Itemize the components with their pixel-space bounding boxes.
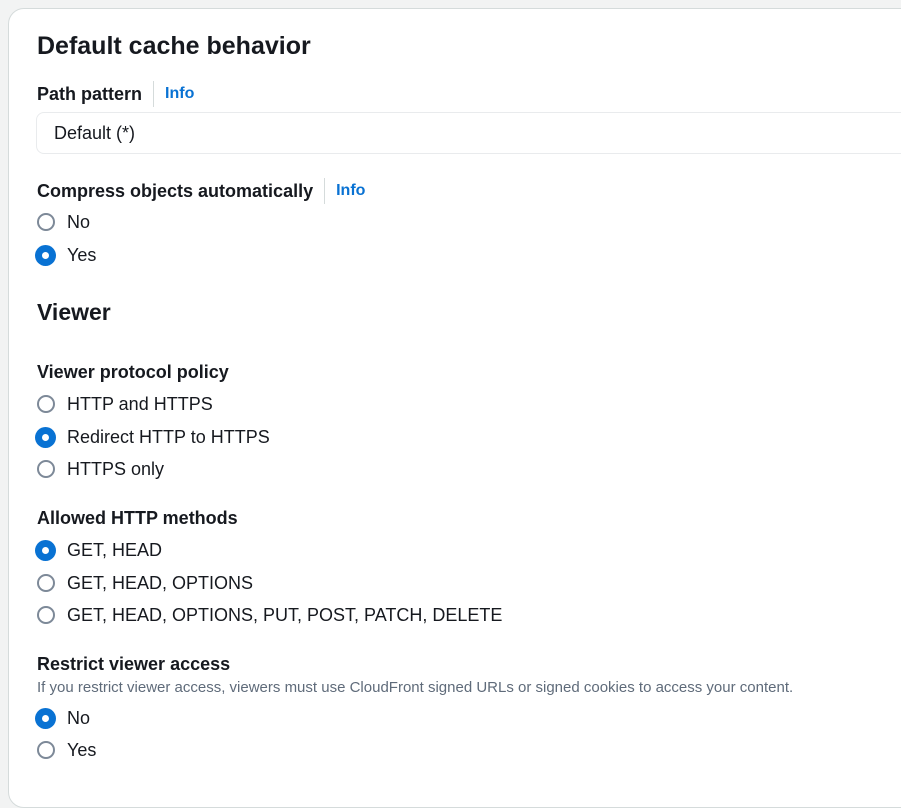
restrict-access-label: Restrict viewer access: [37, 654, 231, 674]
radio-button[interactable]: [36, 606, 55, 624]
radio-label: GET, HEAD, OPTIONS, PUT, POST, PATCH, DE…: [67, 605, 503, 625]
restrict-radio-yes[interactable]: Yes: [35, 737, 96, 763]
radio-button[interactable]: [36, 460, 55, 478]
radio-label: HTTP and HTTPS: [67, 394, 213, 414]
radio-button[interactable]: [36, 395, 55, 413]
radio-button[interactable]: [35, 244, 56, 266]
info-divider: [153, 81, 155, 107]
restrict-radio-no[interactable]: No: [35, 705, 90, 731]
path-pattern-field: Path pattern Info: [37, 81, 194, 107]
radio-button[interactable]: [35, 426, 56, 448]
path-pattern-input[interactable]: Default (*): [36, 112, 901, 154]
radio-label: Yes: [67, 740, 97, 760]
radio-label: GET, HEAD: [67, 540, 163, 560]
allowed-methods-label: Allowed HTTP methods: [37, 508, 238, 528]
section-title: Default cache behavior: [37, 32, 311, 60]
restrict-access-description: If you restrict viewer access, viewers m…: [37, 679, 794, 696]
radio-button[interactable]: [35, 539, 56, 561]
methods-radio-get-head-options[interactable]: GET, HEAD, OPTIONS: [35, 570, 253, 596]
radio-button[interactable]: [36, 574, 55, 592]
viewer-heading: Viewer: [37, 299, 111, 325]
compress-radio-yes[interactable]: Yes: [35, 242, 96, 268]
radio-label: No: [67, 708, 91, 728]
path-pattern-info-link[interactable]: Info: [165, 82, 194, 106]
radio-label: No: [67, 212, 91, 232]
radio-label: Redirect HTTP to HTTPS: [67, 427, 270, 447]
protocol-policy-label: Viewer protocol policy: [37, 362, 229, 382]
protocol-radio-https-only[interactable]: HTTPS only: [35, 456, 164, 482]
methods-radio-all[interactable]: GET, HEAD, OPTIONS, PUT, POST, PATCH, DE…: [35, 602, 502, 628]
protocol-radio-http-https[interactable]: HTTP and HTTPS: [35, 391, 213, 417]
radio-button[interactable]: [35, 707, 56, 729]
compress-label: Compress objects automatically: [37, 181, 314, 201]
radio-label: HTTPS only: [67, 459, 165, 479]
default-cache-behavior-panel: Default cache behavior Path pattern Info…: [8, 8, 901, 808]
protocol-radio-redirect[interactable]: Redirect HTTP to HTTPS: [35, 424, 270, 450]
path-pattern-label: Path pattern: [37, 84, 143, 104]
compress-field: Compress objects automatically Info: [37, 178, 365, 204]
info-divider: [324, 178, 326, 204]
methods-radio-get-head[interactable]: GET, HEAD: [35, 537, 162, 563]
radio-button[interactable]: [36, 213, 55, 231]
radio-button[interactable]: [36, 741, 55, 759]
radio-label: GET, HEAD, OPTIONS: [67, 573, 254, 593]
compress-radio-no[interactable]: No: [35, 209, 90, 235]
compress-info-link[interactable]: Info: [336, 179, 365, 203]
radio-label: Yes: [67, 245, 97, 265]
